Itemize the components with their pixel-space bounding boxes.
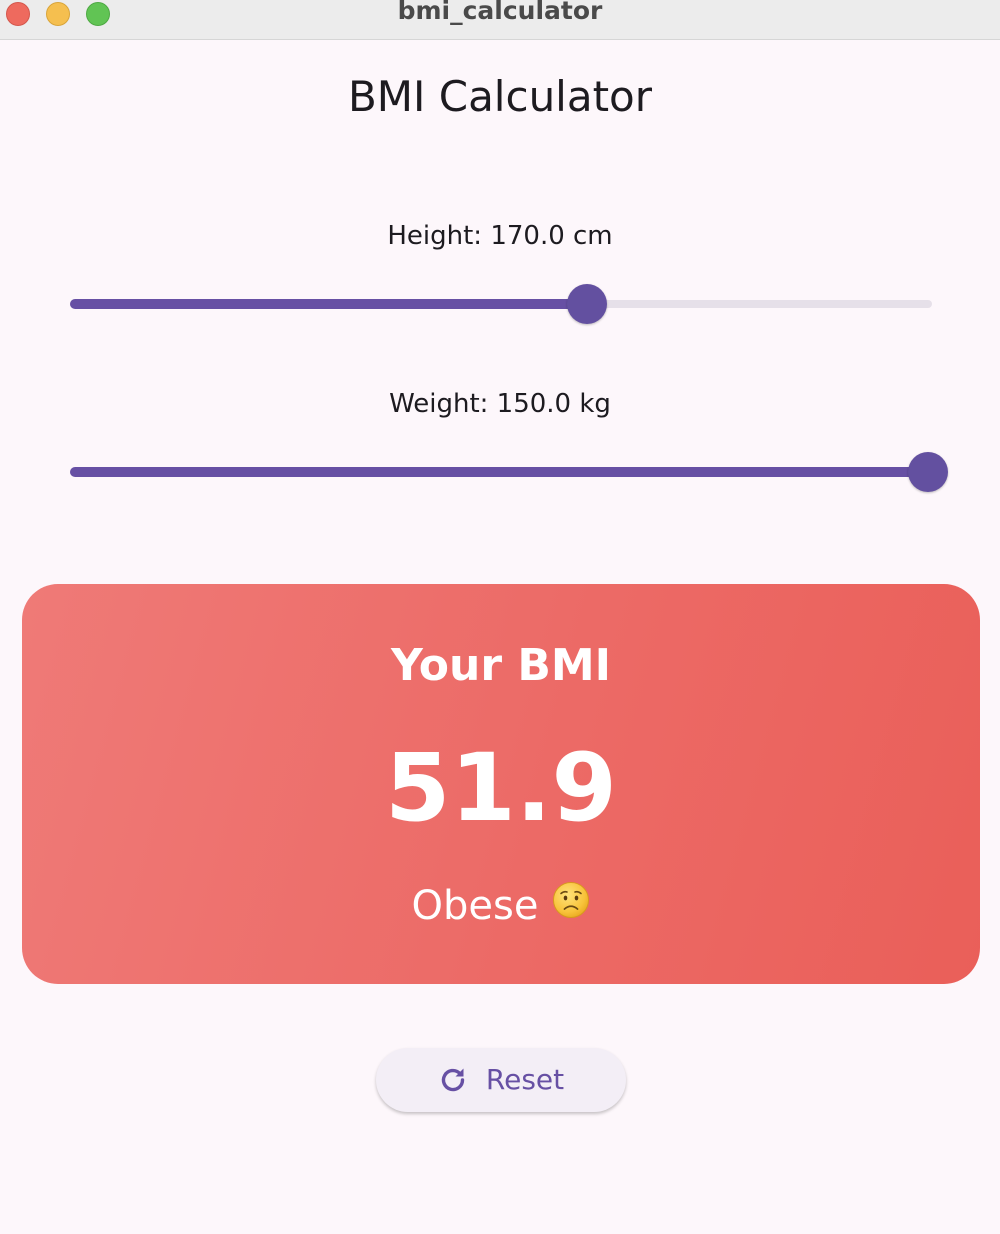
- page-title: BMI Calculator: [347, 72, 653, 121]
- reset-button-label: Reset: [485, 1063, 565, 1096]
- bmi-category-label: Obese: [411, 883, 539, 929]
- height-slider[interactable]: [70, 284, 932, 324]
- weight-label: Weight: 150.0 kg: [389, 389, 611, 419]
- refresh-icon: [438, 1065, 468, 1095]
- bmi-result-card: Your BMI 51.9 Obese: [22, 584, 980, 984]
- worried-face-emoji-icon: [552, 881, 590, 930]
- height-label: Height: 170.0 cm: [387, 221, 613, 251]
- height-slider-thumb[interactable]: [567, 284, 608, 324]
- weight-slider[interactable]: [70, 452, 948, 492]
- weight-slider-active-track: [70, 467, 932, 477]
- bmi-category: Obese: [22, 881, 980, 930]
- app-window: bmi_calculator BMI Calculator Height: 17…: [0, 0, 1000, 1234]
- window-title: bmi_calculator: [397, 0, 603, 25]
- bmi-value: 51.9: [385, 734, 617, 843]
- title-bar: bmi_calculator: [0, 0, 1000, 40]
- weight-slider-thumb[interactable]: [908, 452, 948, 492]
- height-slider-active-track: [70, 299, 588, 309]
- result-heading: Your BMI: [390, 640, 612, 691]
- reset-button[interactable]: Reset: [376, 1048, 626, 1112]
